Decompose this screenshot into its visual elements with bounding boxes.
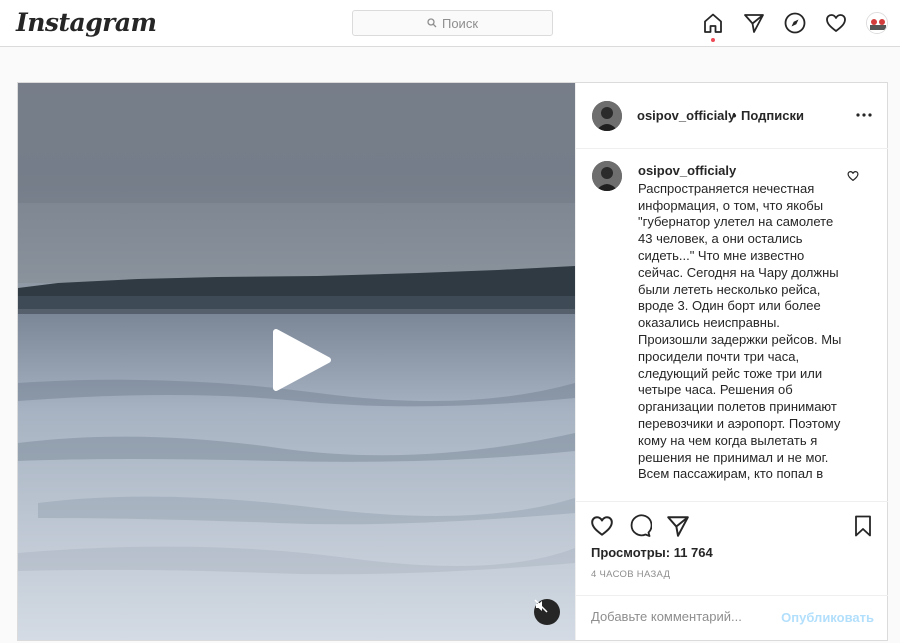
post-card: osipov_officialy • Подписки osipov_offic…	[17, 82, 888, 641]
like-heart-icon[interactable]	[590, 514, 614, 538]
comment-icon[interactable]	[628, 514, 653, 538]
views-count[interactable]: Просмотры: 11 764	[591, 545, 713, 560]
instagram-logo[interactable]: Instagram	[16, 8, 157, 37]
add-comment-bar: Опубликовать	[576, 595, 888, 640]
publish-comment-button[interactable]: Опубликовать	[781, 610, 874, 625]
share-icon[interactable]	[666, 514, 690, 538]
post-timestamp[interactable]: 4 ЧАСОВ НАЗАД	[591, 569, 670, 580]
comments-scroll-area[interactable]: osipov_officialy Распространяется нечест…	[576, 149, 888, 501]
caption-author-avatar[interactable]	[592, 161, 622, 191]
caption-username[interactable]: osipov_officialy	[638, 163, 844, 180]
home-active-dot	[711, 38, 715, 42]
follow-separator: •	[732, 108, 737, 123]
author-username[interactable]: osipov_officialy	[637, 108, 735, 123]
save-bookmark-icon[interactable]	[851, 514, 875, 538]
activity-heart-icon[interactable]	[824, 11, 848, 35]
search-placeholder: Поиск	[441, 15, 479, 31]
post-video[interactable]	[18, 83, 575, 640]
caption-text: Распространяется нечестная информация, о…	[638, 180, 842, 482]
play-button[interactable]	[270, 328, 332, 392]
direct-icon[interactable]	[742, 11, 766, 35]
home-icon[interactable]	[701, 11, 725, 35]
post-caption: osipov_officialy Распространяется нечест…	[638, 163, 844, 483]
profile-avatar[interactable]	[866, 12, 888, 34]
top-nav-bar: Instagram Поиск	[0, 0, 900, 47]
search-box[interactable]: Поиск	[352, 10, 553, 36]
muted-speaker-icon	[534, 599, 548, 613]
play-icon	[273, 329, 331, 391]
mute-button[interactable]	[534, 599, 560, 625]
comment-input[interactable]	[591, 609, 771, 624]
more-options-icon[interactable]	[854, 105, 874, 125]
post-header: osipov_officialy • Подписки	[576, 83, 888, 149]
post-actions: Просмотры: 11 764 4 ЧАСОВ НАЗАД	[576, 501, 888, 595]
search-icon	[427, 18, 437, 28]
explore-icon[interactable]	[783, 11, 807, 35]
following-button[interactable]: Подписки	[741, 108, 804, 123]
post-sidebar: osipov_officialy • Подписки osipov_offic…	[575, 83, 888, 640]
author-avatar[interactable]	[592, 101, 622, 131]
caption-like-heart-icon[interactable]	[847, 169, 861, 183]
